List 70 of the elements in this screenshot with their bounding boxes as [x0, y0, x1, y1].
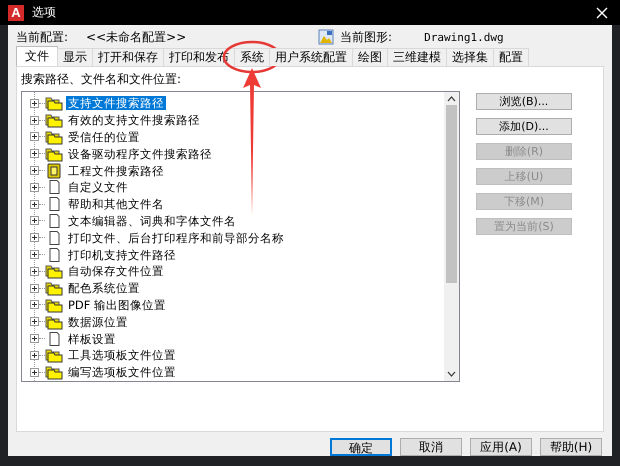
binder-icon — [45, 162, 63, 179]
tree-item[interactable]: 支持文件搜索路径 — [66, 96, 166, 110]
tree-item[interactable]: 打印机支持文件路径 — [66, 248, 178, 262]
tree-item[interactable]: 配色系统位置 — [66, 281, 142, 296]
folder-icon — [45, 263, 63, 280]
tree-item[interactable]: 有效的支持文件搜索路径 — [66, 113, 202, 128]
folder-icon — [45, 95, 63, 112]
expand-icon[interactable] — [30, 284, 39, 293]
expand-icon[interactable] — [30, 350, 39, 360]
folder-icon — [45, 364, 63, 380]
tree-label: 搜索路径、文件名和文件位置: — [21, 71, 182, 87]
expand-icon[interactable] — [30, 132, 39, 142]
side-button[interactable]: 浏览(B)... — [476, 93, 572, 110]
expand-icon[interactable] — [30, 149, 39, 158]
folder-icon — [45, 347, 63, 364]
tree-item[interactable]: 自动保存文件位置 — [66, 264, 166, 278]
expand-icon[interactable] — [30, 317, 39, 326]
tab[interactable]: 用户系统配置 — [269, 48, 353, 66]
expand-icon[interactable] — [30, 98, 39, 108]
expand-icon[interactable] — [30, 334, 39, 344]
tree-item[interactable]: 样板设置 — [66, 332, 118, 346]
expand-icon[interactable] — [30, 216, 39, 226]
expand-icon[interactable] — [30, 166, 39, 176]
side-button[interactable]: 添加(D)... — [476, 118, 572, 135]
tree-item[interactable]: PDF 输出图像位置 — [66, 298, 168, 312]
window-title: 选项 — [32, 4, 57, 21]
tree-item[interactable]: 设备驱动程序文件搜索路径 — [66, 146, 214, 161]
tree-item[interactable]: 自定义文件 — [66, 180, 130, 194]
tree-item[interactable]: 打印文件、后台打印程序和前导部分名称 — [66, 230, 286, 245]
tree-item[interactable]: 受信任的位置 — [66, 130, 142, 144]
tab[interactable]: 选择集 — [446, 48, 494, 66]
scroll-thumb[interactable] — [446, 105, 457, 283]
folder-icon — [45, 296, 63, 313]
folder-icon — [45, 146, 63, 162]
scroll-up-icon[interactable] — [447, 96, 456, 102]
folder-icon — [45, 112, 63, 128]
expand-icon[interactable] — [30, 200, 39, 209]
expand-icon[interactable] — [30, 233, 39, 242]
folder-icon — [45, 128, 63, 145]
profile-label: 当前配置: — [16, 28, 68, 46]
expand-icon[interactable] — [30, 368, 39, 377]
dialog-button[interactable]: 取消 — [400, 438, 462, 456]
expand-icon[interactable] — [30, 300, 39, 310]
expand-icon[interactable] — [30, 250, 39, 260]
drawing-name: Drawing1.dwg — [424, 30, 504, 44]
dialog-button[interactable]: 确定 — [330, 438, 392, 456]
folder-icon — [45, 280, 63, 296]
expand-icon[interactable] — [30, 182, 39, 192]
profile-name: <<未命名配置>> — [86, 28, 188, 46]
tab[interactable]: 显示 — [57, 48, 93, 66]
expand-icon[interactable] — [30, 116, 39, 125]
tree-item[interactable]: 编写选项板文件位置 — [66, 365, 178, 380]
scroll-down-icon[interactable] — [447, 371, 456, 377]
tab[interactable]: 打开和保存 — [92, 48, 164, 66]
drawing-file-icon — [318, 29, 334, 45]
tree-item[interactable]: 帮助和其他文件名 — [66, 197, 166, 212]
close-icon[interactable] — [596, 6, 608, 18]
tree-item[interactable]: 工具选项板文件位置 — [66, 348, 178, 362]
dialog-button[interactable]: 帮助(H) — [540, 438, 602, 456]
tree-item[interactable]: 文本编辑器、词典和字体文件名 — [66, 214, 238, 228]
drawing-label: 当前图形: — [340, 28, 392, 46]
expand-icon[interactable] — [30, 266, 39, 276]
scrollbar[interactable] — [444, 92, 459, 381]
folder-icon — [45, 314, 63, 330]
app-logo: A — [8, 4, 24, 20]
dialog-button[interactable]: 应用(A) — [470, 438, 532, 456]
tab[interactable]: 文件 — [16, 46, 58, 66]
tab[interactable]: 配置 — [493, 48, 529, 66]
tree-item[interactable]: 工程文件搜索路径 — [66, 164, 166, 178]
tree-item[interactable]: 数据源位置 — [66, 314, 130, 329]
